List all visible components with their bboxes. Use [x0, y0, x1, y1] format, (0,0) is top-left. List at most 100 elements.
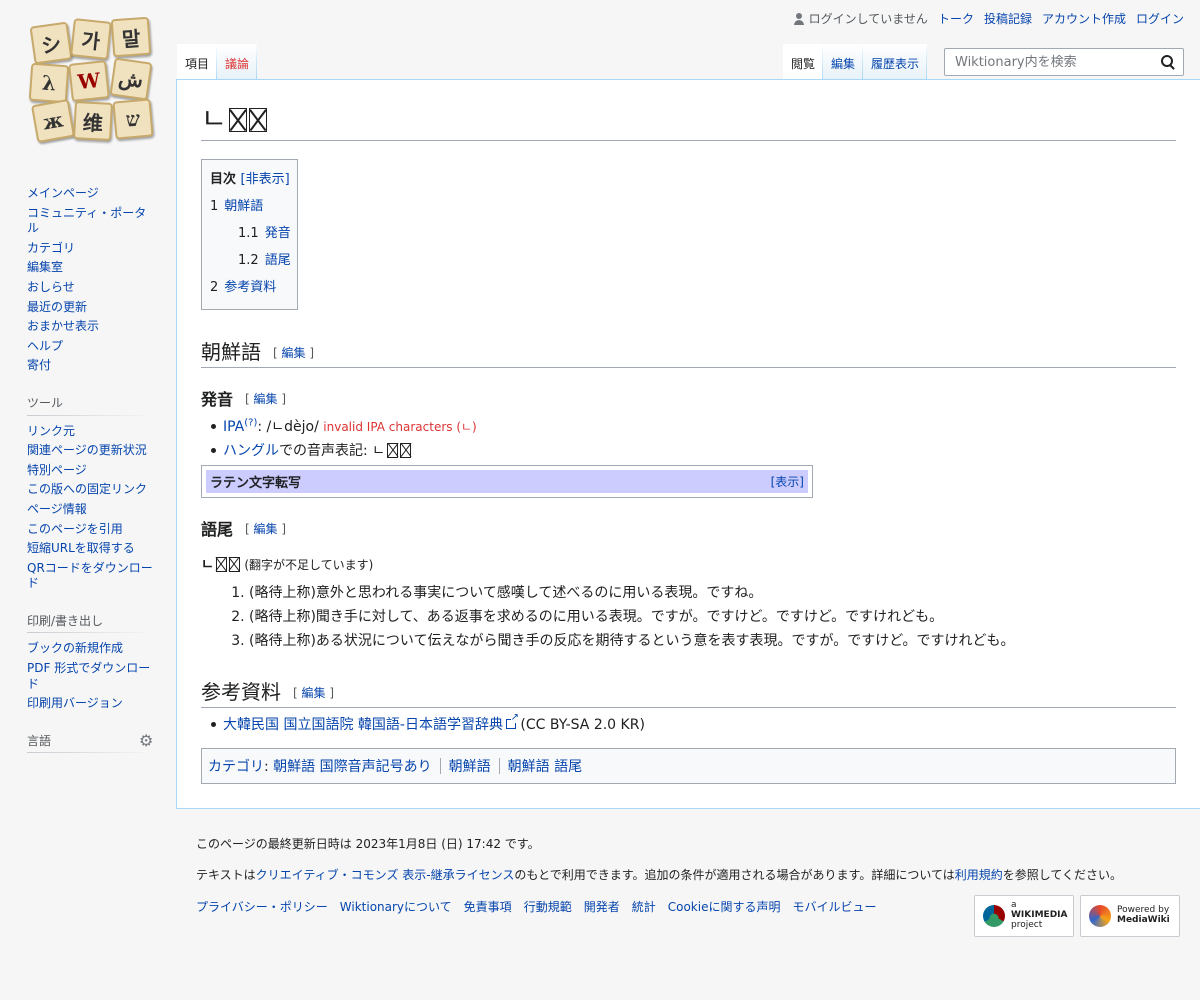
wikimedia-badge-text: a WIKIMEDIA project — [1011, 900, 1068, 931]
sidebar-item-donate[interactable]: 寄付 — [27, 358, 153, 374]
definition-item: (略待上称)ある状況について伝えながら聞き手の反応を期待するという意を表す表現。… — [249, 630, 1176, 650]
section-title: 朝鮮語 — [201, 339, 261, 364]
footer-link-privacy[interactable]: プライバシー・ポリシー — [196, 898, 328, 915]
sidebar-item-editing-room[interactable]: 編集室 — [27, 260, 153, 276]
category-link[interactable]: 朝鮮語 語尾 — [508, 759, 582, 775]
toc-toggle[interactable]: [非表示] — [241, 172, 290, 187]
tab-read[interactable]: 閲覧 — [783, 44, 823, 80]
sidebar-item-download-pdf[interactable]: PDF 形式でダウンロード — [27, 661, 153, 692]
logo-tile: 维 — [73, 101, 113, 141]
edit-section-link[interactable]: 編集 — [254, 522, 278, 536]
sidebar-item-special-pages[interactable]: 特別ページ — [27, 463, 153, 479]
sidebar: メインページ コミュニティ・ポータル カテゴリ 編集室 おしらせ 最近の更新 お… — [27, 186, 153, 761]
toc-link[interactable]: 発音 — [265, 226, 291, 241]
section-title: 参考資料 — [201, 679, 281, 704]
footer-link-statistics[interactable]: 統計 — [632, 898, 656, 915]
logo-tile: W — [68, 60, 110, 102]
toc-link[interactable]: 語尾 — [265, 253, 291, 268]
mediawiki-badge-text: Powered by MediaWiki — [1117, 905, 1170, 926]
sidebar-item-related-changes[interactable]: 関連ページの更新状況 — [27, 443, 153, 459]
sidebar-item-printable[interactable]: 印刷用バージョン — [27, 696, 153, 712]
toc-entry[interactable]: 1.2 語尾 — [210, 249, 291, 268]
category-link[interactable]: 朝鮮語 国際音声記号あり — [273, 759, 431, 775]
toc-link[interactable]: 参考資料 — [224, 280, 276, 295]
romanization-toggle[interactable]: [表示] — [771, 473, 804, 490]
search-input[interactable] — [953, 53, 1161, 71]
edit-section-link[interactable]: 編集 — [302, 686, 326, 700]
tab-edit[interactable]: 編集 — [823, 44, 863, 80]
divider — [439, 757, 441, 774]
tab-history[interactable]: 履歴表示 — [863, 44, 927, 80]
romanization-frame: ラテン文字転写 [表示] — [201, 464, 813, 498]
mediawiki-badge[interactable]: Powered by MediaWiki — [1080, 895, 1180, 937]
footer-link-about[interactable]: Wiktionaryについて — [340, 898, 452, 915]
terms-link[interactable]: 利用規約 — [955, 868, 1003, 882]
footer-link-code-of-conduct[interactable]: 行動規範 — [524, 898, 572, 915]
footer-link-disclaimers[interactable]: 免責事項 — [464, 898, 512, 915]
sidebar-item-recent-changes[interactable]: 最近の更新 — [27, 300, 153, 316]
missing-glyph-box — [228, 108, 247, 132]
last-modified: このページの最終更新日時は 2023年1月8日 (日) 17:42 です。 — [196, 837, 540, 851]
sidebar-item-create-book[interactable]: ブックの新規作成 — [27, 641, 153, 657]
footer-link-cookies[interactable]: Cookieに関する声明 — [668, 898, 781, 915]
footer-link-developers[interactable]: 開発者 — [584, 898, 620, 915]
license-text: テキストはクリエイティブ・コモンズ 表示-継承ライセンスのもとで利用できます。追… — [196, 867, 1156, 884]
category-link[interactable]: 朝鮮語 — [449, 759, 491, 775]
sidebar-item-announcements[interactable]: おしらせ — [27, 280, 153, 296]
sidebar-item-community-portal[interactable]: コミュニティ・ポータル — [27, 206, 153, 237]
definition-item: (略待上称)聞き手に対して、ある返事を求めるのに用いる表現。ですが。ですけど。で… — [249, 606, 1176, 626]
languages-label: 言語 — [27, 733, 52, 748]
footer-icons: a WIKIMEDIA project Powered by MediaWiki — [974, 895, 1180, 937]
ipa-error: invalid IPA characters (ㄴ) — [323, 419, 477, 434]
sidebar-item-help[interactable]: ヘルプ — [27, 339, 153, 355]
page-title: ㄴ — [201, 102, 1176, 141]
external-link-icon — [505, 712, 519, 729]
sidebar-item-page-info[interactable]: ページ情報 — [27, 502, 153, 518]
tab-article[interactable]: 項目 — [177, 44, 217, 80]
wikimedia-badge[interactable]: a WIKIMEDIA project — [974, 895, 1074, 937]
sidebar-item-categories[interactable]: カテゴリ — [27, 241, 153, 257]
toc-entry[interactable]: 2 参考資料 — [210, 276, 291, 295]
reference-link[interactable]: 大韓民国 国立国語院 韓国語-日本語学習辞典 — [223, 717, 503, 733]
wiktionary-logo[interactable]: シ 가 말 λ W ش ж 维 ש — [26, 16, 154, 144]
badge-text: WIKIMEDIA — [1011, 910, 1068, 921]
sidebar-item-main-page[interactable]: メインページ — [27, 186, 153, 202]
romanization-header: ラテン文字転写 [表示] — [206, 469, 808, 493]
edit-section: [ 編集 ] — [293, 685, 335, 700]
license-text-part: を参照してください。 — [1002, 867, 1123, 882]
categories-label[interactable]: カテゴリ — [208, 759, 264, 775]
section-heading-pronunciation: 発音 [ 編集 ] — [201, 386, 1176, 410]
search-icon[interactable] — [1161, 55, 1175, 69]
edit-section-link[interactable]: 編集 — [282, 346, 306, 360]
ipa-help-link[interactable]: (?) — [244, 417, 257, 428]
toc-entry[interactable]: 1 朝鮮語 — [210, 195, 291, 214]
sidebar-item-cite[interactable]: このページを引用 — [27, 522, 153, 538]
sidebar-item-permalink[interactable]: この版への固定リンク — [27, 482, 153, 498]
license-link[interactable]: クリエイティブ・コモンズ 表示-継承ライセンス — [256, 868, 515, 882]
toc-number: 1.2 — [238, 252, 259, 268]
sidebar-item-whatlinkshere[interactable]: リンク元 — [27, 424, 153, 440]
page-title-text: ㄴ — [201, 102, 227, 135]
sidebar-item-qr-code[interactable]: QRコードをダウンロード — [27, 561, 153, 592]
login-link[interactable]: ログイン — [1136, 10, 1184, 27]
tools-heading: ツール — [27, 395, 153, 416]
gear-icon[interactable] — [139, 731, 153, 752]
logo-tile: 말 — [110, 16, 152, 58]
footer-link-mobile-view[interactable]: モバイルビュー — [792, 898, 876, 915]
tab-discussion[interactable]: 議論 — [217, 44, 257, 80]
reference-license: (CC BY-SA 2.0 KR) — [520, 716, 645, 733]
contributions-link[interactable]: 投稿記録 — [984, 10, 1032, 27]
toc-entry[interactable]: 1.1 発音 — [210, 222, 291, 241]
talk-link[interactable]: トーク — [938, 10, 974, 27]
badge-text: a — [1011, 900, 1017, 911]
print-heading: 印刷/書き出し — [27, 613, 153, 634]
edit-section-link[interactable]: 編集 — [254, 392, 278, 406]
definitions-list: (略待上称)意外と思われる事実について感嘆して述べるのに用いる表現。ですね。 (… — [201, 582, 1176, 650]
category-links: カテゴリ: 朝鮮語 国際音声記号あり 朝鮮語 朝鮮語 語尾 — [201, 747, 1176, 784]
sidebar-item-short-url[interactable]: 短縮URLを取得する — [27, 541, 153, 557]
ipa-link[interactable]: IPA — [223, 419, 244, 435]
sidebar-item-random[interactable]: おまかせ表示 — [27, 319, 153, 335]
create-account-link[interactable]: アカウント作成 — [1042, 10, 1126, 27]
toc-link[interactable]: 朝鮮語 — [224, 199, 263, 214]
hangul-link[interactable]: ハングル — [223, 443, 279, 459]
